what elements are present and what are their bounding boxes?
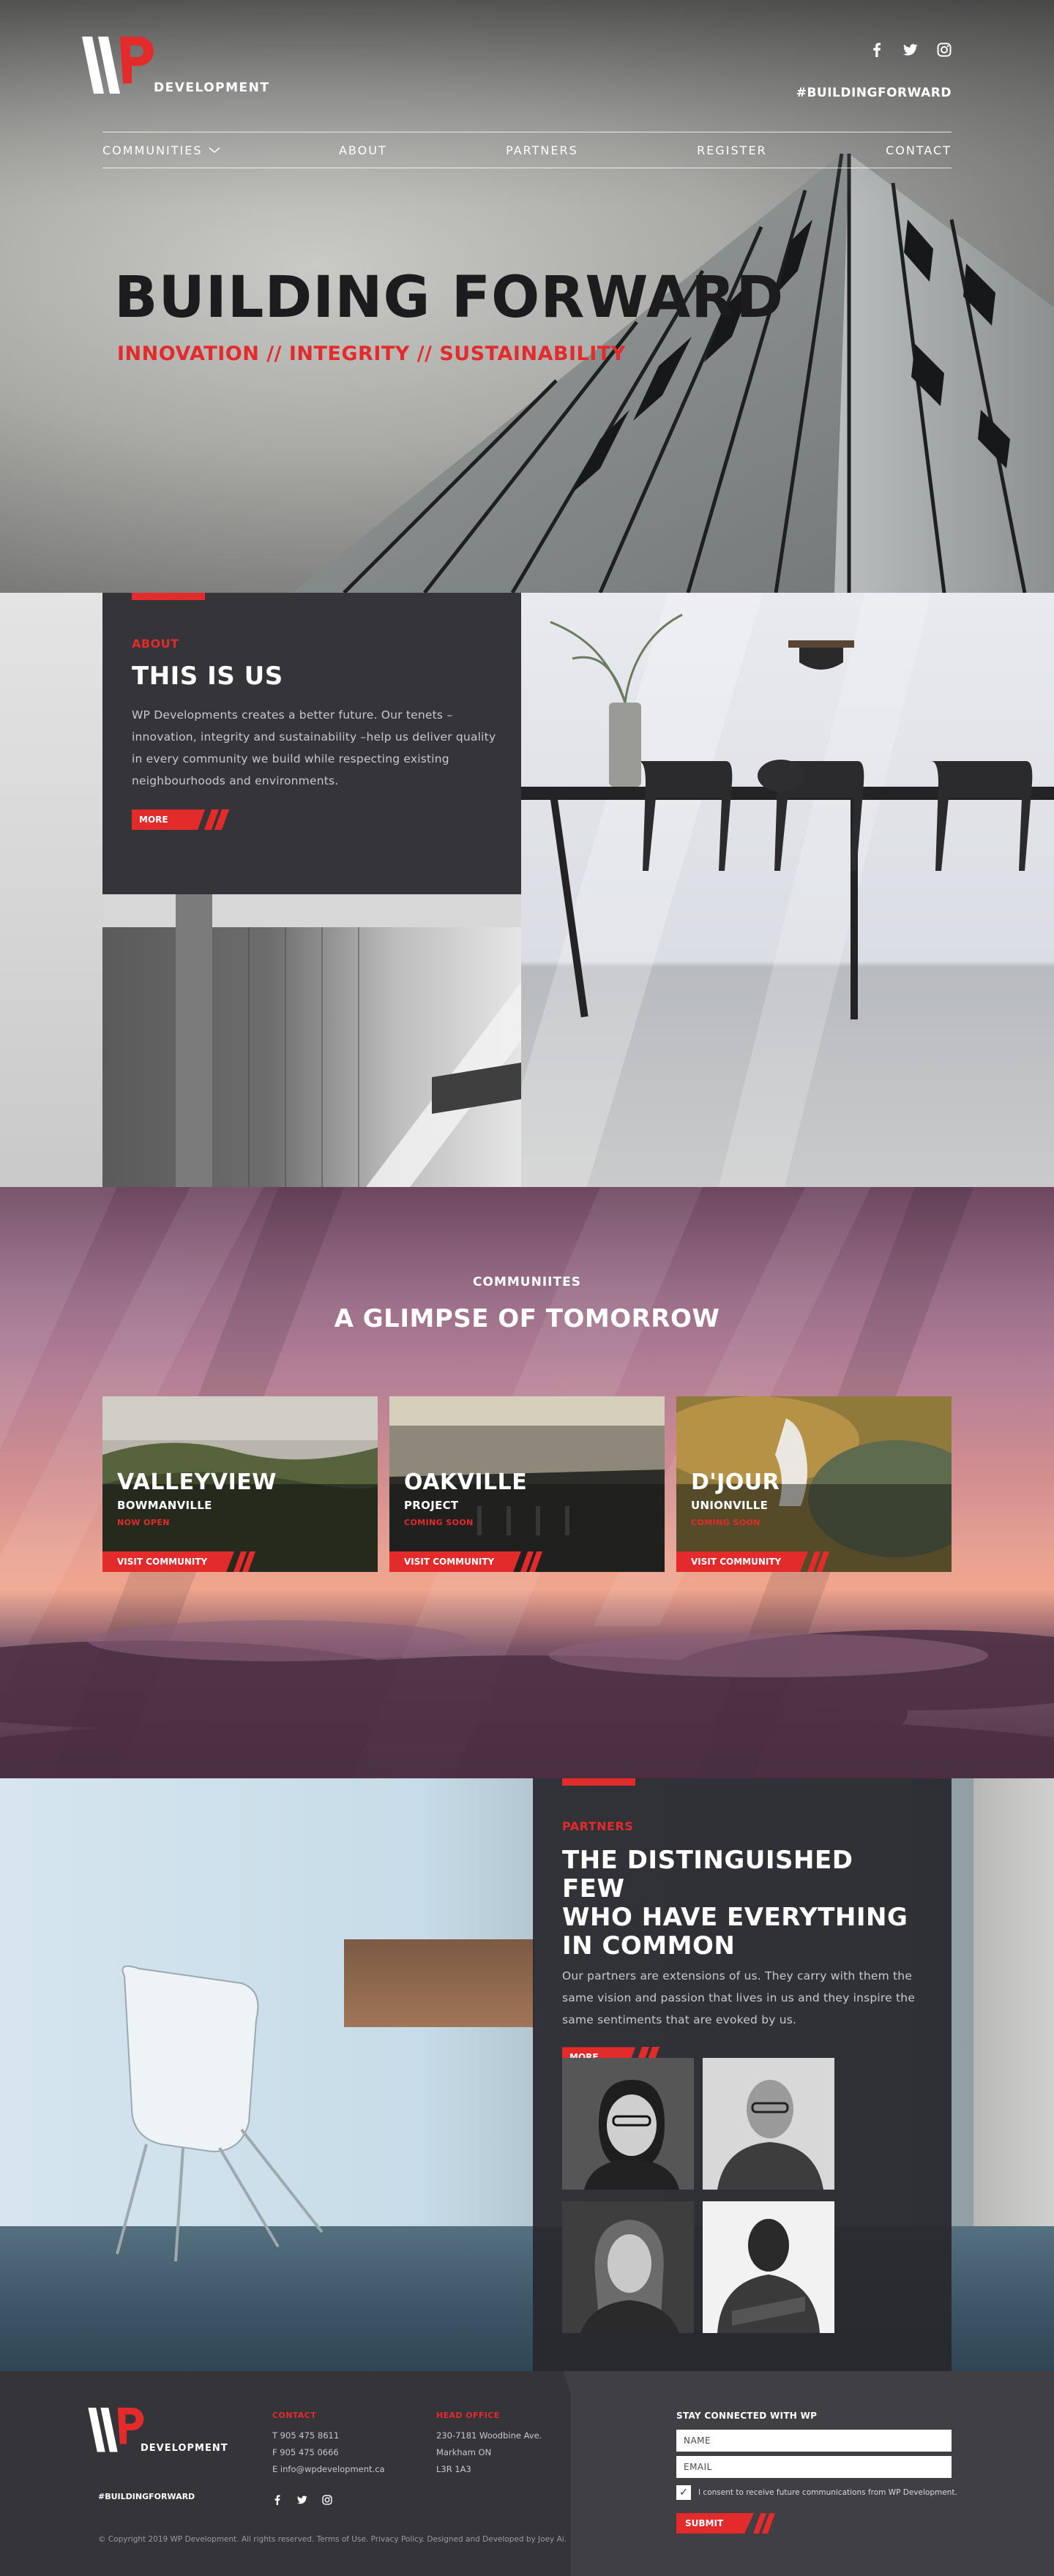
address-line: L3R 1A3	[436, 2464, 471, 2474]
nav-about[interactable]: ABOUT	[339, 143, 387, 157]
community-status: COMING SOON	[691, 1518, 760, 1527]
footer-logo[interactable]: DEVELOPMENT	[86, 2408, 240, 2459]
chevron-down-icon	[209, 147, 220, 153]
consent-row: ✓ I consent to receive future communicat…	[676, 2485, 957, 2500]
copyright-text: © Copyright 2019 WP Development. All rig…	[98, 2535, 567, 2544]
dining-room-image	[521, 593, 1054, 1187]
facebook-icon[interactable]	[272, 2494, 283, 2505]
fax-number: F 905 475 0666	[272, 2447, 339, 2457]
hero-subtitle: INNOVATION // INTEGRITY // SUSTAINABILIT…	[117, 342, 626, 365]
partners-title-line: THE DISTINGUISHED FEW	[562, 1846, 853, 1904]
visit-community-button[interactable]: VISIT COMMUNITY	[102, 1551, 256, 1572]
visit-label: VISIT COMMUNITY	[102, 1551, 234, 1572]
consent-label: I consent to receive future communicatio…	[698, 2488, 957, 2497]
community-card-oakville[interactable]: OAKVILLE PROJECT COMING SOON VISIT COMMU…	[389, 1396, 665, 1572]
partners-section: PARTNERS THE DISTINGUISHED FEW WHO HAVE …	[0, 1778, 1054, 2371]
about-body: WP Developments creates a better future.…	[132, 708, 496, 788]
facebook-icon[interactable]	[870, 42, 884, 57]
about-section: ABOUT THIS IS US WP Developments creates…	[0, 593, 1054, 1187]
communities-eyebrow: COMMUNIITES	[473, 1275, 581, 1289]
page: DEVELOPMENT #BUILDINGFORWARD COMMUNITIES…	[0, 0, 1054, 2576]
partners-title-line: IN COMMON	[562, 1931, 736, 1961]
accent-bar	[132, 593, 205, 600]
footer-hashtag: #BUILDINGFORWARD	[98, 2492, 195, 2501]
communities-section: COMMUNIITES A GLIMPSE OF TOMORROW VALLEY…	[0, 1187, 1054, 1778]
community-name: OAKVILLE	[404, 1469, 528, 1495]
email-link[interactable]: E info@wpdevelopment.ca	[272, 2461, 385, 2478]
hero-section: DEVELOPMENT #BUILDINGFORWARD COMMUNITIES…	[0, 0, 1054, 593]
visit-community-button[interactable]: VISIT COMMUNITY	[676, 1551, 830, 1572]
address-line: 230-7181 Woodbine Ave.	[436, 2430, 542, 2441]
partner-portraits	[562, 2058, 834, 2333]
partners-title: THE DISTINGUISHED FEW WHO HAVE EVERYTHIN…	[562, 1846, 922, 1961]
community-card-valleyview[interactable]: VALLEYVIEW BOWMANVILLE NOW OPEN VISIT CO…	[102, 1396, 378, 1572]
consent-checkbox[interactable]: ✓	[676, 2485, 691, 2500]
partner-portrait-3[interactable]	[562, 2201, 694, 2333]
about-eyebrow: ABOUT	[132, 637, 179, 651]
contact-heading: CONTACT	[272, 2411, 317, 2420]
footer-social-links	[272, 2494, 332, 2505]
communities-title: A GLIMPSE OF TOMORROW	[334, 1304, 720, 1333]
instagram-icon[interactable]	[937, 42, 952, 57]
community-status: COMING SOON	[404, 1518, 474, 1527]
nav-contact[interactable]: CONTACT	[886, 143, 952, 157]
phone-number[interactable]: T 905 475 8611	[272, 2427, 385, 2444]
partners-card: PARTNERS THE DISTINGUISHED FEW WHO HAVE …	[533, 1778, 952, 2371]
partners-eyebrow: PARTNERS	[562, 1819, 634, 1833]
partners-body: Our partners are extensions of us. They …	[562, 1969, 916, 2027]
about-card: ABOUT THIS IS US WP Developments creates…	[102, 593, 521, 894]
footer-logo-wordmark: DEVELOPMENT	[141, 2443, 228, 2454]
nav-register[interactable]: REGISTER	[697, 143, 767, 157]
concrete-wall-image	[973, 1778, 1054, 2226]
community-status: NOW OPEN	[117, 1518, 170, 1527]
community-location: BOWMANVILLE	[117, 1499, 212, 1512]
stairwell-image	[102, 894, 521, 1187]
about-more-button[interactable]: MORE	[132, 809, 230, 831]
partner-portrait-2[interactable]	[703, 2058, 834, 2190]
about-title: THIS IS US	[132, 662, 283, 691]
nav-partners[interactable]: PARTNERS	[506, 143, 578, 157]
about-background-image	[0, 593, 102, 1187]
visit-label: VISIT COMMUNITY	[676, 1551, 808, 1572]
header-hashtag: #BUILDINGFORWARD	[796, 86, 952, 100]
main-nav: COMMUNITIES ABOUT PARTNERS REGISTER CONT…	[102, 132, 952, 168]
community-name: D'JOUR	[691, 1469, 780, 1495]
email-input[interactable]	[676, 2456, 952, 2478]
newsletter-heading: STAY CONNECTED WITH WP	[676, 2411, 818, 2421]
name-input[interactable]	[676, 2430, 952, 2452]
visit-label: VISIT COMMUNITY	[389, 1551, 521, 1572]
instagram-icon[interactable]	[322, 2494, 332, 2505]
partners-title-line: WHO HAVE EVERYTHING	[562, 1903, 908, 1933]
header-social-links	[870, 42, 952, 57]
community-cards: VALLEYVIEW BOWMANVILLE NOW OPEN VISIT CO…	[102, 1396, 952, 1572]
submit-button[interactable]: SUBMIT	[676, 2513, 776, 2534]
visit-community-button[interactable]: VISIT COMMUNITY	[389, 1551, 543, 1572]
brand-logo[interactable]: DEVELOPMENT	[82, 37, 280, 99]
site-footer: DEVELOPMENT #BUILDINGFORWARD CONTACT T 9…	[0, 2371, 1054, 2576]
office-heading: HEAD OFFICE	[436, 2411, 500, 2420]
community-location: UNIONVILLE	[691, 1499, 769, 1512]
community-card-djour[interactable]: D'JOUR UNIONVILLE COMING SOON VISIT COMM…	[676, 1396, 952, 1572]
community-name: VALLEYVIEW	[117, 1469, 277, 1495]
submit-label: SUBMIT	[676, 2513, 754, 2534]
partner-portrait-1[interactable]	[562, 2058, 694, 2190]
hero-title: BUILDING FORWARD	[114, 265, 785, 331]
wp-logo-mark-icon	[82, 37, 154, 94]
accent-bar	[562, 1778, 635, 1786]
footer-head-office: HEAD OFFICE 230-7181 Woodbine Ave. Markh…	[436, 2411, 542, 2478]
nav-communities[interactable]: COMMUNITIES	[102, 143, 220, 157]
partner-portrait-4[interactable]	[703, 2201, 834, 2333]
address-line: Markham ON	[436, 2447, 492, 2457]
chair-image	[116, 1965, 324, 2261]
more-label: MORE	[132, 809, 205, 831]
twitter-icon[interactable]	[296, 2494, 307, 2504]
twitter-icon[interactable]	[902, 42, 918, 57]
community-location: PROJECT	[404, 1499, 459, 1512]
footer-contact: CONTACT T 905 475 8611 F 905 475 0666 E …	[272, 2411, 385, 2478]
nav-label: COMMUNITIES	[102, 143, 203, 157]
logo-wordmark: DEVELOPMENT	[154, 80, 270, 95]
